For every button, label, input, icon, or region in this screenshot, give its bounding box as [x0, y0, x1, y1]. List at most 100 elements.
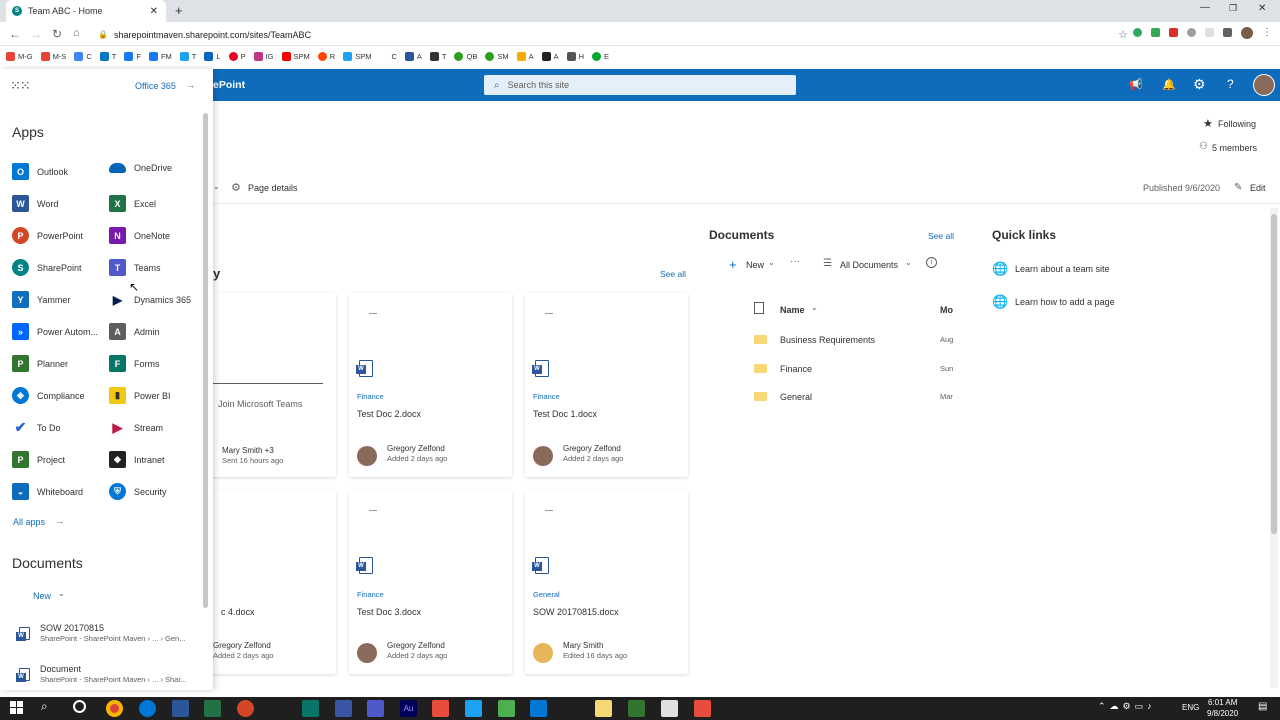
- app-teams[interactable]: T Teams: [109, 259, 161, 276]
- bookmark[interactable]: SM: [485, 51, 509, 61]
- url-field[interactable]: 🔒 sharepointmaven.sharepoint.com/sites/T…: [98, 26, 1128, 43]
- camtasia-recorder-taskbar-icon[interactable]: [694, 700, 711, 717]
- app-whiteboard[interactable]: ◒ Whiteboard: [12, 483, 83, 500]
- panel-scrollbar-thumb[interactable]: [203, 113, 208, 608]
- gear-icon[interactable]: ⚙: [1193, 76, 1206, 93]
- office365-link[interactable]: Office 365: [135, 81, 176, 91]
- notification-icon[interactable]: ▤: [1258, 701, 1267, 712]
- visio-taskbar-icon[interactable]: [335, 700, 352, 717]
- bookmark[interactable]: L: [204, 51, 221, 61]
- document-row-name[interactable]: Finance: [780, 364, 812, 374]
- extension-icon[interactable]: [1133, 28, 1142, 37]
- modified-column-header[interactable]: Mo: [940, 305, 953, 315]
- file-explorer-taskbar-icon[interactable]: [595, 700, 612, 717]
- activity-card[interactable]: Finance Test Doc 3.docx Gregory Zelfond …: [349, 490, 512, 674]
- publisher-taskbar-icon[interactable]: [302, 700, 319, 717]
- language-indicator[interactable]: ENG: [1182, 703, 1199, 712]
- snagit-taskbar-icon[interactable]: [432, 700, 449, 717]
- excel-taskbar-icon[interactable]: [204, 700, 221, 717]
- chevron-down-icon[interactable]: ⌄: [213, 182, 220, 191]
- extension-icon[interactable]: [1169, 28, 1178, 37]
- megaphone-icon[interactable]: 📢: [1129, 78, 1143, 91]
- help-icon[interactable]: ?: [1227, 77, 1234, 91]
- word-taskbar-icon[interactable]: [172, 700, 189, 717]
- app-taskbar-icon[interactable]: [661, 700, 678, 717]
- app-compliance[interactable]: ◈ Compliance: [12, 387, 85, 404]
- search-icon[interactable]: ⌕: [41, 699, 48, 714]
- activity-see-all-link[interactable]: See all: [660, 269, 686, 279]
- bookmark[interactable]: C: [74, 51, 92, 61]
- minimize-icon[interactable]: —: [1200, 2, 1210, 13]
- activity-card[interactable]: Finance Test Doc 1.docx Gregory Zelfond …: [525, 293, 688, 477]
- powerpoint-taskbar-icon[interactable]: [237, 700, 254, 717]
- documents-see-all-link[interactable]: See all: [928, 231, 954, 241]
- new-tab-icon[interactable]: +: [175, 3, 183, 18]
- app-excel[interactable]: X Excel: [109, 195, 156, 212]
- bookmark[interactable]: M-G: [6, 51, 33, 61]
- chevron-down-icon[interactable]: ⌄: [811, 303, 818, 312]
- bookmark[interactable]: C: [379, 51, 397, 61]
- app-onedrive[interactable]: OneDrive: [109, 163, 172, 173]
- brand-name[interactable]: ePoint: [213, 79, 245, 91]
- app-onenote[interactable]: N OneNote: [109, 227, 170, 244]
- home-icon[interactable]: ⌂: [73, 27, 80, 39]
- app-planner[interactable]: P Planner: [12, 355, 68, 372]
- app-taskbar-icon[interactable]: [465, 700, 482, 717]
- user-avatar[interactable]: [1253, 74, 1275, 96]
- recent-doc-name[interactable]: Document: [40, 664, 81, 674]
- app-word[interactable]: W Word: [12, 195, 58, 212]
- activity-card[interactable]: Finance Test Doc 2.docx Gregory Zelfond …: [349, 293, 512, 477]
- chevron-down-icon[interactable]: ⌄: [768, 258, 775, 267]
- bookmark[interactable]: A: [516, 51, 534, 61]
- app-yammer[interactable]: Y Yammer: [12, 291, 70, 308]
- edit-button[interactable]: Edit: [1250, 183, 1266, 193]
- page-scrollbar-thumb[interactable]: [1271, 214, 1277, 534]
- bell-icon[interactable]: 🔔: [1162, 78, 1176, 91]
- extension-icon[interactable]: [1151, 28, 1160, 37]
- app-stream[interactable]: ▶ Stream: [109, 419, 163, 436]
- app-admin[interactable]: A Admin: [109, 323, 160, 340]
- all-apps-link[interactable]: All apps: [13, 517, 45, 527]
- bookmark[interactable]: T: [179, 51, 196, 61]
- waffle-icon[interactable]: ⁙⁙: [10, 78, 31, 94]
- clock-time[interactable]: 6:01 AM: [1208, 698, 1237, 707]
- info-icon[interactable]: i: [926, 257, 937, 268]
- clock-date[interactable]: 9/8/2020: [1207, 709, 1238, 718]
- app-taskbar-icon[interactable]: [628, 700, 645, 717]
- camtasia-taskbar-icon[interactable]: [498, 700, 515, 717]
- following-button[interactable]: Following: [1218, 119, 1256, 129]
- recent-doc-name[interactable]: SOW 20170815: [40, 623, 104, 633]
- windows-start-icon[interactable]: [10, 701, 23, 714]
- app-security[interactable]: ⛨ Security: [109, 483, 167, 500]
- outlook-taskbar-icon[interactable]: [530, 700, 547, 717]
- bookmark[interactable]: SPM: [343, 51, 371, 61]
- document-row-name[interactable]: General: [780, 392, 812, 402]
- chevron-down-icon[interactable]: ⌄: [905, 258, 912, 267]
- bookmark[interactable]: F: [124, 51, 141, 61]
- bookmark[interactable]: T: [99, 51, 116, 61]
- search-box[interactable]: ⌕ Search this site: [484, 75, 796, 95]
- app-todo[interactable]: ✔ To Do: [12, 419, 61, 436]
- app-power-automate[interactable]: » Power Autom...: [12, 323, 98, 340]
- name-column-header[interactable]: Name: [780, 305, 805, 315]
- teams-taskbar-icon[interactable]: [367, 700, 384, 717]
- reload-icon[interactable]: ↻: [52, 27, 62, 41]
- quick-link[interactable]: Learn about a team site: [1015, 264, 1110, 274]
- members-link[interactable]: 5 members: [1212, 143, 1257, 153]
- chrome-taskbar-icon[interactable]: [106, 700, 123, 717]
- menu-icon[interactable]: ⋮: [1262, 28, 1272, 39]
- audition-taskbar-icon[interactable]: Au: [400, 700, 417, 717]
- bookmark-star-icon[interactable]: ☆: [1118, 28, 1128, 41]
- bookmark[interactable]: FM: [148, 51, 172, 61]
- profile-avatar[interactable]: [1241, 27, 1253, 39]
- bookmark[interactable]: SPM: [281, 51, 310, 61]
- app-outlook[interactable]: O Outlook: [12, 163, 68, 180]
- document-row-name[interactable]: Business Requirements: [780, 335, 875, 345]
- system-tray-icons[interactable]: ⌃☁⚙▭♪: [1098, 701, 1156, 712]
- bookmark[interactable]: E: [592, 51, 609, 61]
- view-selector[interactable]: All Documents: [840, 260, 898, 270]
- forward-icon[interactable]: →: [30, 27, 42, 41]
- bookmark[interactable]: IG: [253, 51, 274, 61]
- app-powerbi[interactable]: ▮ Power BI: [109, 387, 171, 404]
- close-window-icon[interactable]: ✕: [1258, 3, 1266, 14]
